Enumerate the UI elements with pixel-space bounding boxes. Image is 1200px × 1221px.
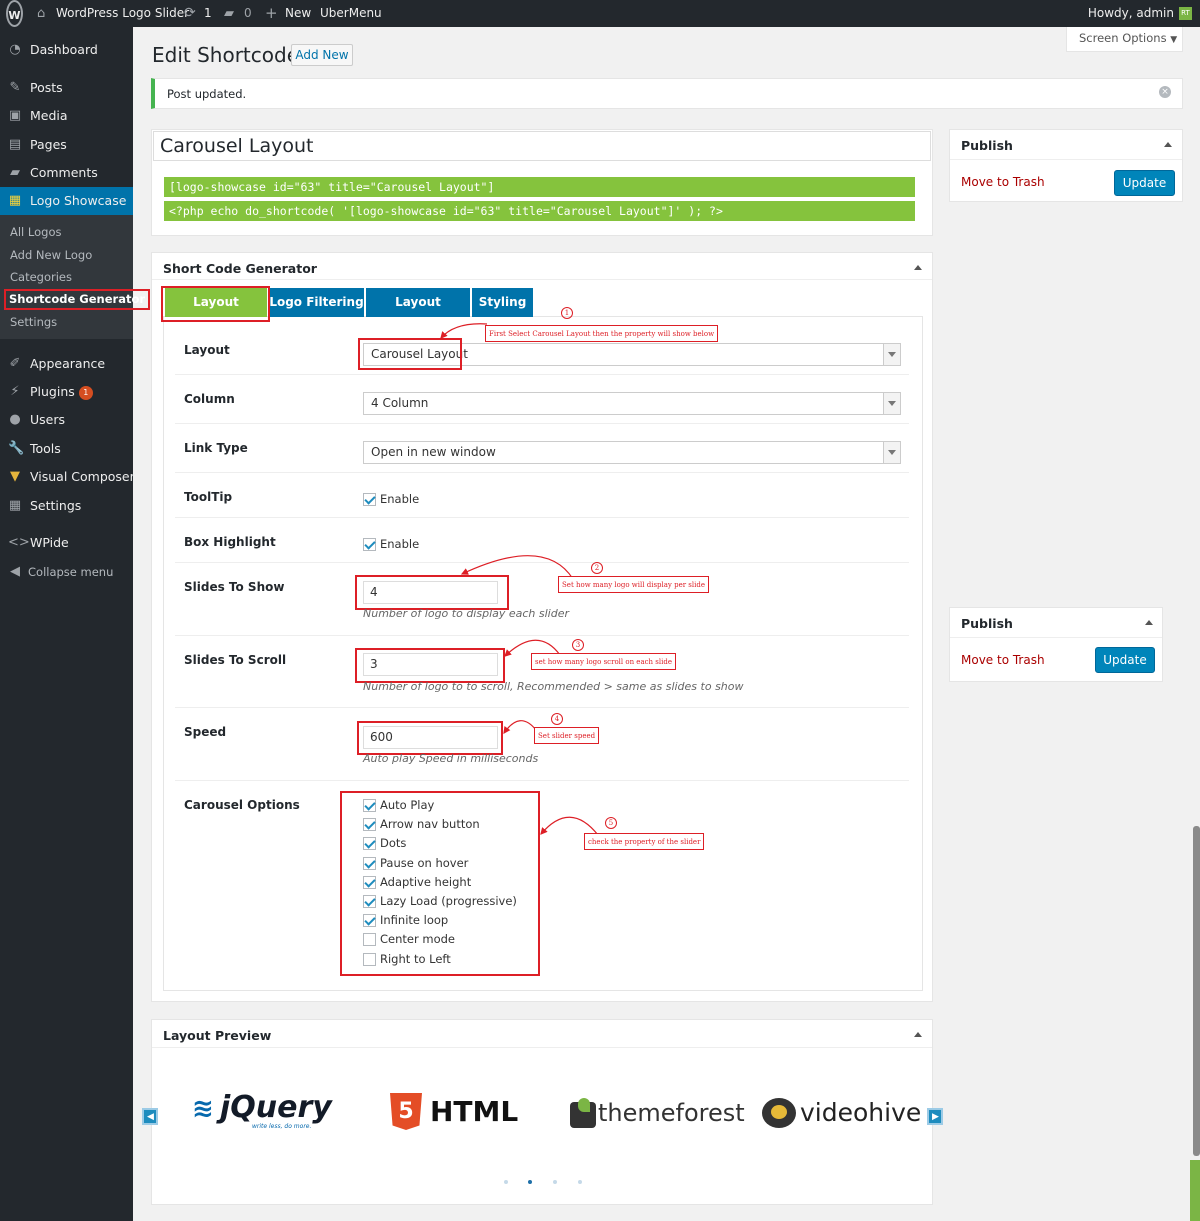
carousel-dot[interactable]: [578, 1180, 582, 1184]
html5-shield-icon: 5: [390, 1093, 422, 1130]
jquery-swirl-icon: ≋: [192, 1094, 214, 1124]
annotation-note-2: Set how many logo will display per slide: [558, 576, 709, 593]
collapse-arrow-icon[interactable]: [914, 1032, 922, 1037]
annotation-note-3: set how many logo scroll on each slide: [531, 653, 676, 670]
arrow-2: [460, 555, 574, 580]
carousel-dot[interactable]: [553, 1180, 557, 1184]
bee-body-icon: [771, 1105, 787, 1119]
update-button[interactable]: Update: [1095, 647, 1155, 673]
annotation-number-4: 4: [551, 713, 563, 725]
update-button[interactable]: Update: [1114, 170, 1175, 196]
collapse-arrow-icon[interactable]: [1164, 142, 1172, 147]
annotation-number-2: 2: [591, 562, 603, 574]
annotation-note-4: Set slider speed: [534, 727, 600, 744]
carousel-prev-arrow[interactable]: ◀: [142, 1108, 158, 1125]
arrow-right-icon: ▶: [932, 1112, 939, 1122]
carousel-next-arrow[interactable]: ▶: [927, 1108, 943, 1125]
annotation-note-5: check the property of the slider: [584, 833, 705, 850]
divider: [950, 637, 1162, 638]
scrollbar-marker: [1190, 1160, 1200, 1221]
annotation-number-1: 1: [561, 307, 573, 319]
annotation-note-1: First Select Carousel Layout then the pr…: [485, 325, 719, 342]
leaf-icon: [578, 1098, 590, 1112]
arrow-left-icon: ◀: [147, 1112, 154, 1122]
move-to-trash-link[interactable]: Move to Trash: [961, 653, 1045, 667]
move-to-trash-link[interactable]: Move to Trash: [961, 175, 1045, 189]
carousel-dot[interactable]: [504, 1180, 508, 1184]
scrollbar-thumb[interactable]: [1193, 826, 1200, 1156]
collapse-arrow-icon[interactable]: [1145, 620, 1153, 625]
publish-title: Publish: [961, 616, 1013, 631]
divider: [152, 1047, 932, 1048]
publish-title: Publish: [961, 138, 1013, 153]
carousel-dot-active[interactable]: [528, 1180, 532, 1184]
annotation-number-5: 5: [605, 817, 617, 829]
layout-preview-title: Layout Preview: [163, 1028, 272, 1043]
arrow-4: [503, 720, 537, 734]
divider: [950, 159, 1182, 160]
annotation-number-3: 3: [572, 639, 584, 651]
arrow-1: [440, 323, 488, 339]
